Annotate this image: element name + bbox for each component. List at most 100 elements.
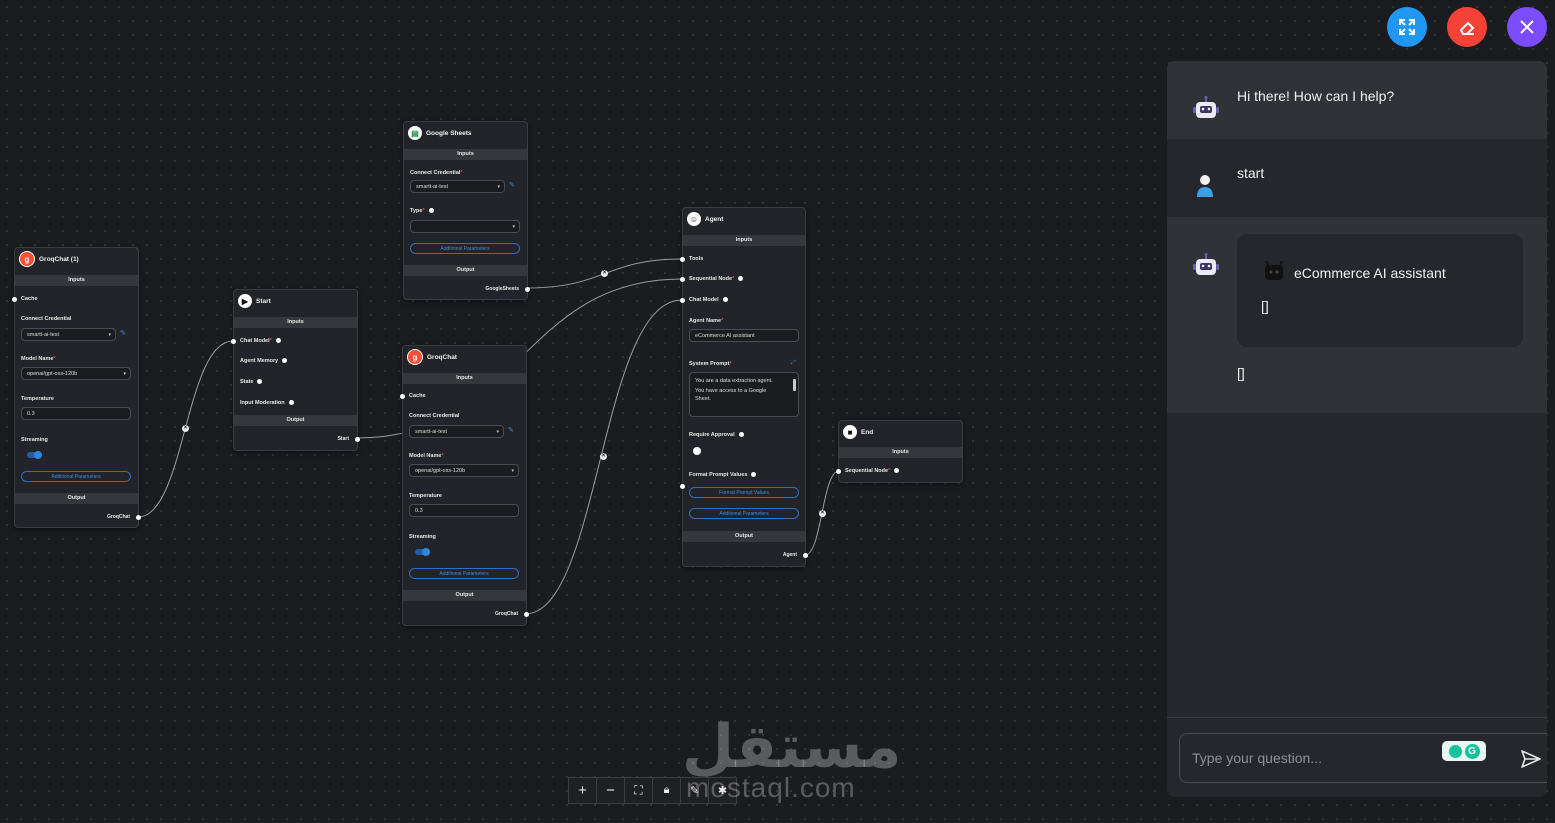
grammarly-icon[interactable]: G <box>1442 741 1486 761</box>
node-groqchat-1[interactable]: g GroqChat (1) Inputs Cache Connect Cred… <box>12 247 141 528</box>
sequential-node-port[interactable] <box>836 469 841 474</box>
tools-port[interactable] <box>680 257 685 262</box>
chevron-down-icon: ▾ <box>496 429 499 435</box>
clear-chat-button[interactable] <box>1447 7 1487 47</box>
chat-input[interactable]: Type your question... <box>1192 750 1322 766</box>
stop-icon: ■ <box>843 425 857 439</box>
zoom-in-icon[interactable]: + <box>569 778 597 803</box>
temperature-input[interactable]: 0.3 <box>409 504 519 517</box>
node-title: Agent <box>705 215 724 223</box>
input-moderation-label: Input Moderation <box>240 400 294 406</box>
bot-message: Hi there! How can I help? <box>1167 61 1547 139</box>
send-icon[interactable] <box>1520 749 1542 769</box>
credential-label: Connect Credential <box>409 413 460 419</box>
format-prompt-port[interactable] <box>680 484 685 489</box>
credential-select[interactable]: smartt-ai-test ▾ <box>410 180 505 193</box>
divider <box>1167 717 1547 718</box>
require-approval-label: Require Approval <box>689 432 744 438</box>
groq-icon: g <box>407 349 423 365</box>
lock-icon[interactable]: 🔒︎ <box>653 778 681 803</box>
node-title: Google Sheets <box>426 129 472 137</box>
wire-delete-icon[interactable]: × <box>819 510 826 517</box>
bot-message: eCommerce AI assistant [] [] <box>1167 217 1547 413</box>
model-label: Model Name* <box>409 453 444 459</box>
tools-label: Tools <box>689 256 704 262</box>
model-select[interactable]: openai/gpt-oss-120b ▾ <box>409 464 519 477</box>
textarea-scrollbar[interactable] <box>793 379 796 391</box>
output-port[interactable] <box>136 515 141 520</box>
fit-view-icon[interactable]: ⛶ <box>625 778 653 803</box>
output-port[interactable] <box>803 553 808 558</box>
node-title: GroqChat (1) <box>39 255 79 263</box>
zoom-out-icon[interactable]: − <box>597 778 625 803</box>
output-port[interactable] <box>525 287 530 292</box>
additional-parameters-button[interactable]: Additional Parameters <box>409 568 519 579</box>
system-prompt-textarea[interactable]: You are a data extraction agent. You hav… <box>689 372 799 417</box>
type-select[interactable]: ▾ <box>410 220 520 233</box>
output-label: Start <box>337 436 349 442</box>
chat-model-label: Chat Model <box>689 297 728 303</box>
robot-icon: ☺ <box>687 212 701 226</box>
expand-icon[interactable]: ⤢ <box>791 360 796 367</box>
node-end[interactable]: ■ End Inputs Sequential Node* <box>836 420 963 483</box>
streaming-toggle[interactable] <box>27 450 42 459</box>
chat-panel: Hi there! How can I help? start eCommerc… <box>1167 61 1547 797</box>
wire-delete-icon[interactable]: × <box>601 270 608 277</box>
user-message-text: start <box>1237 165 1265 181</box>
cache-port[interactable] <box>12 297 17 302</box>
output-header: Output <box>403 590 526 601</box>
sequential-node-port[interactable] <box>680 277 685 282</box>
chevron-down-icon: ▾ <box>511 468 514 474</box>
type-label: Type* <box>410 208 434 214</box>
info-icon <box>275 338 281 344</box>
google-sheets-icon: ▤ <box>408 126 422 140</box>
temperature-label: Temperature <box>21 396 54 402</box>
node-google-sheets[interactable]: ▤ Google Sheets Inputs Connect Credentia… <box>403 121 530 300</box>
user-message: start <box>1167 139 1547 217</box>
output-port[interactable] <box>355 437 360 442</box>
node-title: GroqChat <box>427 353 457 361</box>
chevron-down-icon: ▾ <box>512 224 515 230</box>
output-header: Output <box>234 415 357 426</box>
inputs-header: Inputs <box>839 447 962 458</box>
edit-icon[interactable]: ✎ <box>508 426 514 434</box>
chat-model-port[interactable] <box>680 298 685 303</box>
additional-parameters-button[interactable]: Additional Parameters <box>21 471 131 482</box>
close-icon <box>1520 20 1534 34</box>
agent-memory-label: Agent Memory <box>240 358 288 364</box>
node-agent[interactable]: ☺ Agent Inputs Tools Sequential Node* Ch… <box>680 207 808 567</box>
additional-parameters-button[interactable]: Additional Parameters <box>410 243 520 254</box>
expand-icon <box>1399 19 1415 35</box>
output-port[interactable] <box>524 612 529 617</box>
cache-port[interactable] <box>400 394 405 399</box>
additional-parameters-button[interactable]: Additional Parameters <box>689 508 799 519</box>
system-prompt-label: System Prompt* <box>689 361 732 367</box>
edit-icon[interactable]: ✎ <box>509 181 515 189</box>
output-label: GoogleSheets <box>485 286 519 292</box>
format-prompt-button[interactable]: Format Prompt Values <box>689 487 799 498</box>
edit-icon[interactable]: ✎ <box>120 329 126 337</box>
groq-icon: g <box>19 251 35 267</box>
wire-delete-icon[interactable]: × <box>600 453 607 460</box>
credential-label: Connect Credential* <box>410 170 463 176</box>
streaming-toggle[interactable] <box>415 547 430 556</box>
node-start[interactable]: ▶ Start Inputs Chat Model* Agent Memory … <box>231 289 360 451</box>
require-approval-toggle[interactable] <box>693 447 701 455</box>
node-groqchat[interactable]: g GroqChat Inputs Cache Connect Credenti… <box>400 345 529 626</box>
credential-select[interactable]: smartt-ai-test ▾ <box>21 328 116 341</box>
close-chat-button[interactable] <box>1507 7 1547 47</box>
model-select[interactable]: openai/gpt-oss-120b ▾ <box>21 367 131 380</box>
output-label: GroqChat <box>106 514 130 520</box>
temperature-label: Temperature <box>409 493 442 499</box>
agent-name-input[interactable]: eCommerce AI assistant <box>689 329 799 342</box>
chat-input-box[interactable]: Type your question... G <box>1179 733 1547 783</box>
chevron-down-icon: ▾ <box>123 371 126 377</box>
chevron-down-icon: ▾ <box>108 332 111 338</box>
node-title: End <box>861 428 874 436</box>
expand-chat-button[interactable] <box>1387 7 1427 47</box>
credential-select[interactable]: smartt-ai-test ▾ <box>409 425 504 438</box>
output-header: Output <box>404 265 527 276</box>
wire-delete-icon[interactable]: × <box>182 425 189 432</box>
temperature-input[interactable]: 0.3 <box>21 407 131 420</box>
chat-model-port[interactable] <box>231 339 236 344</box>
